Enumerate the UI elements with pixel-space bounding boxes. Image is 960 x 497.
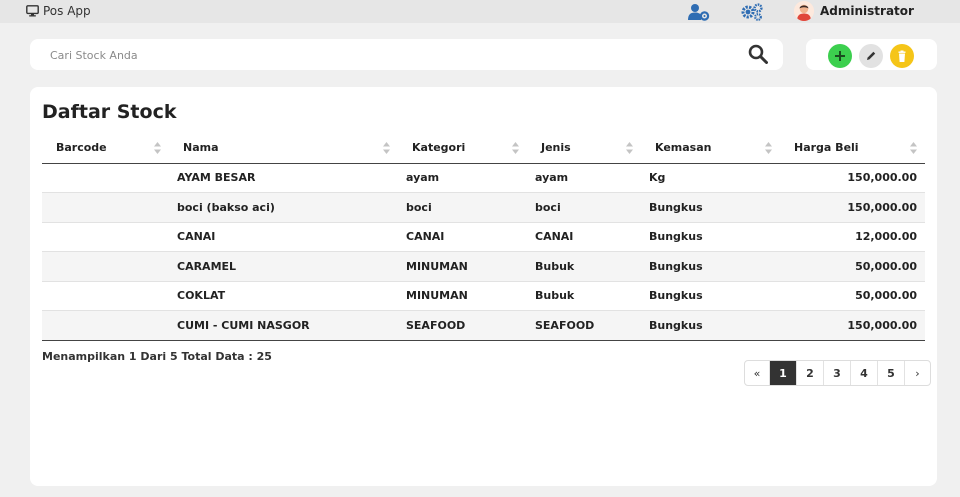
delete-button[interactable] [890,44,914,68]
app-title: Pos App [43,4,91,18]
table-row[interactable]: boci (bakso aci) boci boci Bungkus 150,0… [42,192,925,223]
top-bar: Pos App Administrator [0,0,960,23]
monitor-icon [26,5,39,17]
sort-icon [765,142,772,154]
pagination-next[interactable]: › [905,361,930,385]
cell-jenis: CANAI [527,222,641,252]
table-row[interactable]: CUMI - CUMI NASGOR SEAFOOD SEAFOOD Bungk… [42,310,925,341]
user-menu[interactable]: Administrator [794,1,914,21]
pagination-page-5[interactable]: 5 [878,361,905,385]
app-brand[interactable]: Pos App [26,4,91,18]
table-row[interactable]: AYAM BESAR ayam ayam Kg 150,000.00 [42,163,925,193]
stock-table: Barcode Nama Kategori Jenis Kemasan Harg… [42,133,925,341]
cell-kemasan: Bungkus [641,222,780,252]
cell-nama: CARAMEL [169,251,398,282]
cell-kategori: SEAFOOD [398,310,527,341]
column-header-kategori[interactable]: Kategori [398,133,527,164]
cell-kemasan: Bungkus [641,281,780,311]
cell-kategori: CANAI [398,222,527,252]
plus-icon [835,51,845,61]
cell-kategori: boci [398,192,527,223]
trash-icon [898,50,906,62]
pagination-page-2[interactable]: 2 [797,361,824,385]
cell-jenis: SEAFOOD [527,310,641,341]
cell-barcode [42,281,169,311]
pagination-prev[interactable]: « [745,361,770,385]
gears-icon[interactable] [740,3,764,25]
cell-harga-beli: 12,000.00 [780,222,925,252]
table-header: Barcode Nama Kategori Jenis Kemasan Harg… [42,133,925,164]
column-header-barcode[interactable]: Barcode [42,133,169,164]
cell-nama: COKLAT [169,281,398,311]
cell-jenis: ayam [527,163,641,193]
column-header-nama[interactable]: Nama [169,133,398,164]
cell-jenis: Bubuk [527,281,641,311]
cell-kemasan: Bungkus [641,310,780,341]
cell-barcode [42,192,169,223]
column-header-jenis[interactable]: Jenis [527,133,641,164]
cell-harga-beli: 150,000.00 [780,310,925,341]
cell-jenis: boci [527,192,641,223]
pencil-icon [867,51,876,60]
table-info: Menampilkan 1 Dari 5 Total Data : 25 [42,350,272,363]
cell-barcode [42,222,169,252]
user-gear-icon[interactable] [688,3,710,25]
cell-kategori: ayam [398,163,527,193]
cell-nama: CUMI - CUMI NASGOR [169,310,398,341]
cell-harga-beli: 50,000.00 [780,251,925,282]
table-row[interactable]: CARAMEL MINUMAN Bubuk Bungkus 50,000.00 [42,251,925,282]
cell-kemasan: Bungkus [641,251,780,282]
sort-icon [512,142,519,154]
column-header-harga-beli[interactable]: Harga Beli [780,133,925,164]
cell-nama: boci (bakso aci) [169,192,398,223]
cell-barcode [42,163,169,193]
cell-nama: AYAM BESAR [169,163,398,193]
avatar [794,1,814,21]
cell-barcode [42,310,169,341]
search-icon[interactable] [747,43,769,65]
sort-icon [910,142,917,154]
cell-harga-beli: 150,000.00 [780,163,925,193]
add-button[interactable] [828,44,852,68]
cell-barcode [42,251,169,282]
cell-jenis: Bubuk [527,251,641,282]
pagination-page-4[interactable]: 4 [851,361,878,385]
edit-button[interactable] [859,44,883,68]
sort-icon [383,142,390,154]
pagination: « 1 2 3 4 5 › [744,360,931,386]
user-name: Administrator [820,4,914,18]
cell-kemasan: Kg [641,163,780,193]
pagination-page-3[interactable]: 3 [824,361,851,385]
cell-nama: CANAI [169,222,398,252]
search-input[interactable] [50,45,730,65]
cell-harga-beli: 50,000.00 [780,281,925,311]
sort-icon [154,142,161,154]
cell-harga-beli: 150,000.00 [780,192,925,223]
cell-kategori: MINUMAN [398,251,527,282]
pagination-page-1[interactable]: 1 [770,361,797,385]
table-row[interactable]: COKLAT MINUMAN Bubuk Bungkus 50,000.00 [42,281,925,311]
sort-icon [626,142,633,154]
cell-kemasan: Bungkus [641,192,780,223]
cell-kategori: MINUMAN [398,281,527,311]
search-bar [30,39,783,70]
page-title: Daftar Stock [42,101,177,123]
table-row[interactable]: CANAI CANAI CANAI Bungkus 12,000.00 [42,222,925,252]
column-header-kemasan[interactable]: Kemasan [641,133,780,164]
